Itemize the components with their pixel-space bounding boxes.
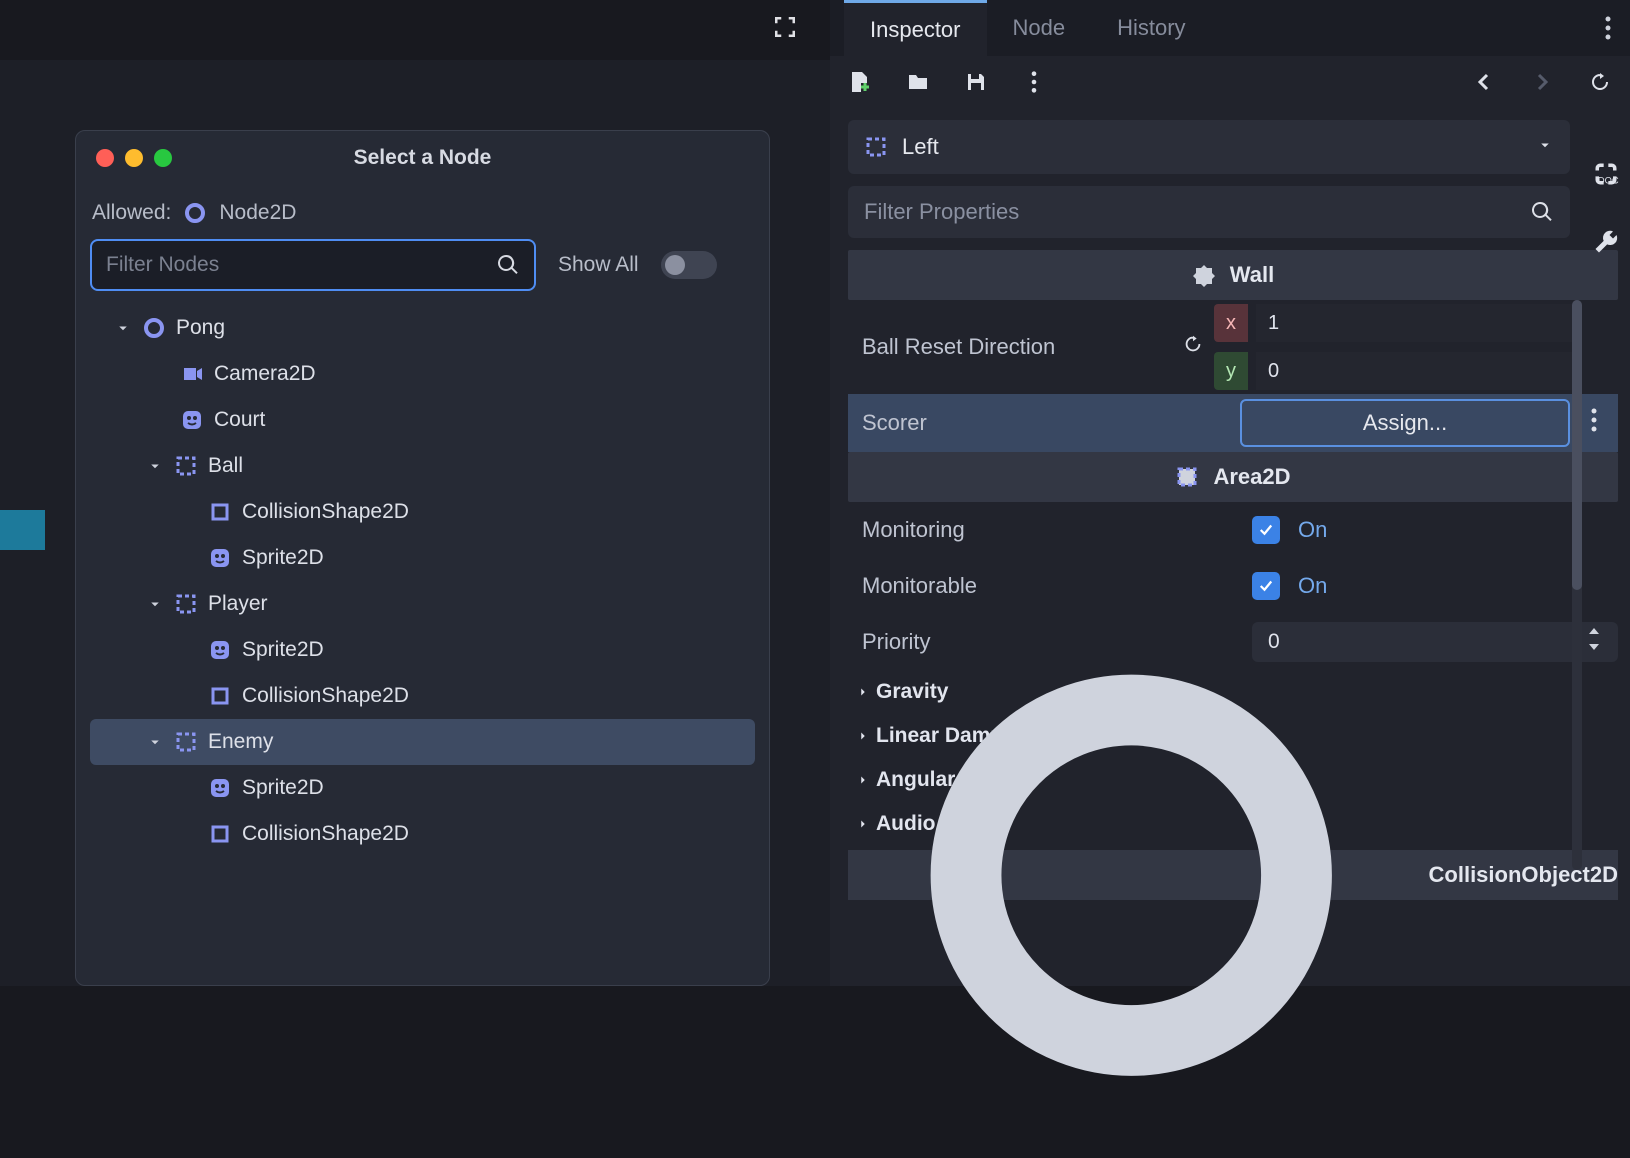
collisionshape-icon [208, 684, 232, 708]
sprite-icon [180, 408, 204, 432]
tabs-overflow-menu[interactable] [1586, 0, 1630, 56]
collisionshape-icon [208, 822, 232, 846]
tree-label: Sprite2D [242, 546, 324, 570]
scrollbar[interactable] [1572, 300, 1582, 870]
sprite-icon [208, 638, 232, 662]
monitoring-label: Monitoring [862, 517, 1252, 543]
monitoring-value: On [1298, 517, 1327, 543]
chevron-down-icon [146, 457, 164, 475]
window-maximize-button[interactable] [154, 149, 172, 167]
tree-node-camera2d[interactable]: Camera2D [90, 351, 755, 397]
section-area2d[interactable]: Area2D [848, 452, 1618, 502]
tab-history[interactable]: History [1091, 0, 1211, 56]
object-name: Left [902, 134, 939, 160]
tree-node-court[interactable]: Court [90, 397, 755, 443]
search-icon [1530, 200, 1554, 224]
show-all-label: Show All [558, 253, 639, 277]
tree-label: Player [208, 592, 268, 616]
history-button[interactable] [1588, 70, 1612, 100]
chevron-down-icon [114, 319, 132, 337]
allowed-label: Allowed: [92, 201, 171, 225]
allowed-type: Node2D [219, 201, 296, 225]
x-axis-label: x [1214, 304, 1248, 342]
tree-node-player[interactable]: Player [90, 581, 755, 627]
tree-node-player-collision[interactable]: CollisionShape2D [90, 673, 755, 719]
tree-node-enemy-sprite[interactable]: Sprite2D [90, 765, 755, 811]
history-forward-button[interactable] [1530, 70, 1554, 100]
tree-label: Sprite2D [242, 776, 324, 800]
tree-node-player-sprite[interactable]: Sprite2D [90, 627, 755, 673]
chevron-down-icon [1536, 134, 1554, 160]
chevron-down-icon [146, 733, 164, 751]
tab-inspector[interactable]: Inspector [844, 0, 987, 56]
node2d-icon [142, 316, 166, 340]
tree-node-ball-sprite[interactable]: Sprite2D [90, 535, 755, 581]
tree-label: Camera2D [214, 362, 316, 386]
tree-label: CollisionShape2D [242, 684, 409, 708]
node-tree: Pong Camera2D Court Ball [90, 305, 755, 867]
scrollbar-thumb[interactable] [1572, 300, 1582, 590]
inspector-menu-button[interactable] [1022, 70, 1046, 100]
search-icon [496, 253, 520, 277]
tree-label: Pong [176, 316, 225, 340]
new-resource-button[interactable] [848, 70, 872, 100]
svg-text:DOC: DOC [1598, 175, 1619, 185]
tree-node-enemy-collision[interactable]: CollisionShape2D [90, 811, 755, 857]
section-collisionobject2d[interactable]: CollisionObject2D [848, 850, 1618, 900]
sprite-icon [208, 776, 232, 800]
object-selector[interactable]: Left [848, 120, 1570, 174]
window-close-button[interactable] [96, 149, 114, 167]
tree-label: Sprite2D [242, 638, 324, 662]
section-wall[interactable]: Wall [848, 250, 1618, 300]
chevron-down-icon [146, 595, 164, 613]
tree-label: Court [214, 408, 265, 432]
tree-node-ball-collision[interactable]: CollisionShape2D [90, 489, 755, 535]
tree-label: Enemy [208, 730, 273, 754]
reset-property-button[interactable] [1182, 333, 1204, 361]
collisionshape-icon [208, 500, 232, 524]
tree-label: Ball [208, 454, 243, 478]
wrench-icon[interactable] [1592, 228, 1620, 262]
ball-reset-y-input[interactable] [1256, 352, 1576, 390]
fullscreen-icon[interactable] [770, 12, 800, 48]
monitoring-checkbox[interactable] [1252, 516, 1280, 544]
tree-label: CollisionShape2D [242, 822, 409, 846]
tree-node-ball[interactable]: Ball [90, 443, 755, 489]
property-menu-button[interactable] [1590, 407, 1598, 439]
ball-reset-direction-label: Ball Reset Direction [862, 334, 1172, 360]
tree-node-pong[interactable]: Pong [90, 305, 755, 351]
viewport-glimpse [0, 510, 45, 550]
open-resource-button[interactable] [906, 70, 930, 100]
inspector-tabs: Inspector Node History [830, 0, 1630, 56]
tree-node-enemy[interactable]: Enemy [90, 719, 755, 765]
y-axis-label: y [1214, 352, 1248, 390]
area2d-icon [864, 135, 888, 159]
sprite-icon [208, 546, 232, 570]
filter-properties-placeholder: Filter Properties [864, 199, 1019, 225]
save-button[interactable] [964, 70, 988, 100]
ball-reset-x-input[interactable] [1256, 304, 1576, 342]
tree-label: CollisionShape2D [242, 500, 409, 524]
assign-button[interactable]: Assign... [1240, 399, 1570, 447]
dialog-title: Select a Node [76, 146, 769, 170]
area2d-icon [174, 454, 198, 478]
select-node-dialog: Select a Node Allowed: Node2D Show All [75, 130, 770, 986]
script-icon [1192, 263, 1216, 287]
filter-properties-input[interactable]: Filter Properties [848, 186, 1570, 238]
scorer-label: Scorer [862, 410, 1172, 436]
filter-nodes-input[interactable] [90, 239, 536, 291]
doc-reference-icon[interactable]: DOC [1592, 160, 1620, 194]
show-all-toggle[interactable] [661, 251, 717, 279]
tab-node[interactable]: Node [987, 0, 1092, 56]
window-minimize-button[interactable] [125, 149, 143, 167]
area2d-icon [1175, 465, 1199, 489]
spinner-icon[interactable] [1586, 628, 1602, 656]
area2d-icon [174, 730, 198, 754]
node2d-icon [183, 201, 207, 225]
area2d-icon [174, 592, 198, 616]
history-back-button[interactable] [1472, 70, 1496, 100]
camera-icon [180, 362, 204, 386]
node-icon [848, 592, 1415, 1158]
